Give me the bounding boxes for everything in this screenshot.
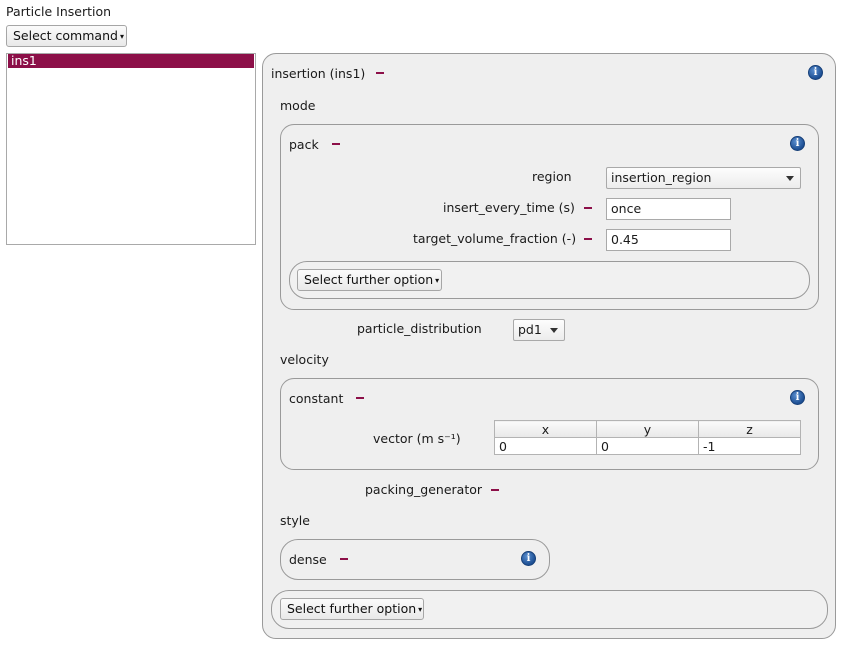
pack-further-option-button[interactable]: Select further option ▾: [297, 269, 442, 291]
remove-dense-icon[interactable]: [337, 552, 351, 566]
caret-down-icon: ▾: [418, 605, 423, 614]
window-title: Particle Insertion: [6, 4, 112, 19]
particle-distribution-value: pd1: [518, 322, 542, 337]
style-label: style: [280, 513, 310, 528]
packing-generator-label: packing_generator: [365, 482, 483, 497]
region-value: insertion_region: [611, 170, 712, 185]
particle-distribution-label: particle_distribution: [357, 321, 482, 336]
mode-label: mode: [280, 98, 316, 113]
chevron-down-icon: [786, 176, 794, 181]
region-select[interactable]: insertion_region: [606, 167, 801, 189]
target-volume-fraction-label: target_volume_fraction (-): [413, 231, 577, 246]
remove-constant-icon[interactable]: [353, 391, 367, 405]
column-header-y: y: [596, 420, 699, 438]
velocity-label: velocity: [280, 352, 329, 367]
column-header-x: x: [494, 420, 597, 438]
pack-further-option-label: Select further option: [304, 272, 434, 287]
vector-y-cell[interactable]: 0: [596, 437, 699, 455]
constant-info-icon[interactable]: i: [790, 390, 805, 405]
command-list[interactable]: ins1: [6, 53, 256, 245]
remove-insert-every-time-icon[interactable]: [581, 201, 595, 215]
vector-label: vector (m s⁻¹): [373, 431, 461, 446]
remove-pack-icon[interactable]: [329, 137, 343, 151]
vector-x-cell[interactable]: 0: [494, 437, 597, 455]
dense-title: dense: [289, 552, 327, 567]
remove-target-volume-fraction-icon[interactable]: [581, 232, 595, 246]
constant-title: constant: [289, 391, 344, 406]
insert-every-time-input[interactable]: once: [606, 198, 731, 220]
pack-title: pack: [289, 137, 319, 152]
region-label: region: [532, 169, 572, 184]
dense-info-icon[interactable]: i: [521, 551, 536, 566]
target-volume-fraction-input[interactable]: 0.45: [606, 229, 731, 251]
insertion-further-option-button[interactable]: Select further option ▾: [280, 598, 424, 620]
caret-down-icon: ▾: [119, 32, 124, 41]
remove-insertion-icon[interactable]: [373, 66, 387, 80]
particle-distribution-select[interactable]: pd1: [513, 319, 565, 341]
vector-z-cell[interactable]: -1: [698, 437, 801, 455]
column-header-z: z: [698, 420, 801, 438]
insertion-title: insertion (ins1): [271, 66, 366, 81]
select-command-button[interactable]: Select command ▾: [6, 25, 127, 47]
caret-down-icon: ▾: [435, 276, 440, 285]
vector-table: x y z 0 0 -1: [494, 420, 801, 455]
select-command-label: Select command: [13, 28, 118, 43]
insert-every-time-label: insert_every_time (s): [443, 200, 575, 215]
list-item[interactable]: ins1: [8, 54, 254, 68]
remove-packing-generator-icon[interactable]: [488, 483, 502, 497]
pack-info-icon[interactable]: i: [790, 136, 805, 151]
chevron-down-icon: [550, 328, 558, 333]
insertion-further-option-label: Select further option: [287, 601, 417, 616]
insertion-info-icon[interactable]: i: [808, 65, 823, 80]
